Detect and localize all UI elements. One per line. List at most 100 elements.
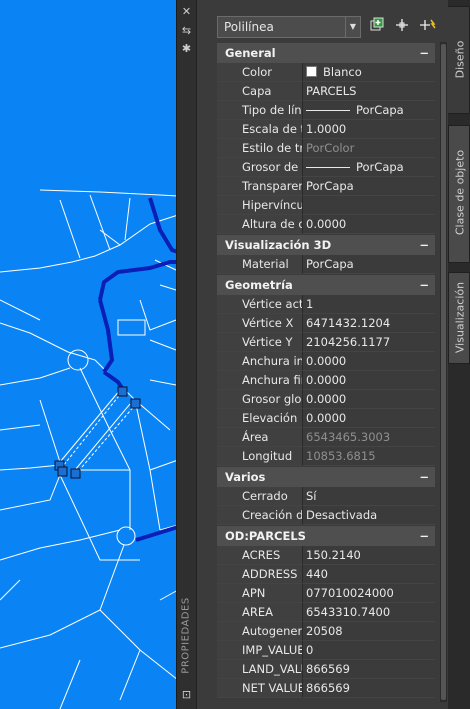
- property-value-text: 0.0000: [306, 411, 347, 425]
- property-row[interactable]: Elevación 0.0000: [217, 409, 435, 428]
- property-value[interactable]: 1.0000: [303, 120, 435, 139]
- property-value[interactable]: 866569: [303, 679, 435, 698]
- property-label: Tipo de línea: [217, 101, 303, 120]
- property-row[interactable]: Escala de tip...1.0000: [217, 120, 435, 139]
- property-value[interactable]: 6543465.3003: [303, 428, 435, 447]
- property-value[interactable]: PorCapa: [303, 101, 435, 120]
- property-row[interactable]: IMP_VALUE 0: [217, 641, 435, 660]
- property-row[interactable]: ACRES 150.2140: [217, 546, 435, 565]
- property-row[interactable]: Creación de...Desactivada: [217, 506, 435, 525]
- property-row[interactable]: Vértice Y 2104256.1177: [217, 333, 435, 352]
- property-value[interactable]: 2104256.1177: [303, 333, 435, 352]
- property-value[interactable]: 20508: [303, 622, 435, 641]
- property-row[interactable]: Material PorCapa: [217, 255, 435, 274]
- property-value[interactable]: Sí: [303, 487, 435, 506]
- property-row[interactable]: Anchura fina...0.0000: [217, 371, 435, 390]
- collapse-icon[interactable]: −: [419, 235, 429, 255]
- tab-clase-de-objeto[interactable]: Clase de objeto: [448, 125, 470, 263]
- collapse-icon[interactable]: −: [419, 43, 429, 63]
- property-value[interactable]: 077010024000: [303, 584, 435, 603]
- property-value[interactable]: 0: [303, 641, 435, 660]
- section-header[interactable]: OD:PARCELS −: [217, 526, 435, 546]
- section-header[interactable]: General −: [217, 43, 435, 63]
- property-value[interactable]: 10853.6815: [303, 447, 435, 466]
- properties-menu-icon[interactable]: ✱: [180, 42, 193, 55]
- section-title: Visualización 3D: [225, 238, 332, 252]
- property-label: Autogenerat...: [217, 622, 303, 641]
- quick-select-icon[interactable]: [367, 17, 387, 37]
- collapse-icon[interactable]: −: [419, 275, 429, 295]
- property-value-text: 20508: [306, 624, 343, 638]
- property-value[interactable]: Desactivada: [303, 506, 435, 525]
- property-value[interactable]: 6543310.7400: [303, 603, 435, 622]
- chevron-down-icon[interactable]: ▼: [345, 17, 360, 37]
- properties-palette: ✕ ⇆ ✱ PROPIEDADES ⊡ Polilínea ▼ General −…: [176, 0, 470, 709]
- section-header[interactable]: Varios −: [217, 467, 435, 487]
- property-value[interactable]: 0.0000: [303, 352, 435, 371]
- property-row[interactable]: Grosor de lí... PorCapa: [217, 158, 435, 177]
- scrollbar-thumb[interactable]: [441, 44, 446, 700]
- property-row[interactable]: Estilo de traz...PorColor: [217, 139, 435, 158]
- property-label: Elevación: [217, 409, 303, 428]
- property-row[interactable]: Altura de ob...0.0000: [217, 215, 435, 234]
- property-label: NET VALUE: [217, 679, 303, 698]
- property-value[interactable]: 0.0000: [303, 371, 435, 390]
- property-value[interactable]: 1: [303, 295, 435, 314]
- vertical-scrollbar[interactable]: [440, 42, 447, 702]
- property-value-text: 866569: [306, 681, 350, 695]
- property-value[interactable]: 866569: [303, 660, 435, 679]
- color-swatch-icon: [306, 66, 317, 77]
- collapse-icon[interactable]: −: [419, 526, 429, 546]
- object-type-value: Polilínea: [224, 20, 274, 34]
- property-value[interactable]: Blanco: [303, 63, 435, 82]
- pick-point-icon[interactable]: [392, 17, 412, 37]
- property-row[interactable]: Color Blanco: [217, 63, 435, 82]
- tab-diseno[interactable]: Diseño: [448, 6, 470, 114]
- property-row[interactable]: NET VALUE 866569: [217, 679, 435, 698]
- property-value[interactable]: 0.0000: [303, 409, 435, 428]
- property-label: Grosor de lí...: [217, 158, 303, 177]
- property-value[interactable]: 440: [303, 565, 435, 584]
- property-row[interactable]: TransparenciaPorCapa: [217, 177, 435, 196]
- property-row[interactable]: ADDRESS 440: [217, 565, 435, 584]
- property-row[interactable]: Capa PARCELS: [217, 82, 435, 101]
- property-value[interactable]: PorColor: [303, 139, 435, 158]
- property-value[interactable]: 6471432.1204: [303, 314, 435, 333]
- property-row[interactable]: Grosor global0.0000: [217, 390, 435, 409]
- property-row[interactable]: Longitud 10853.6815: [217, 447, 435, 466]
- property-value[interactable]: [303, 196, 435, 215]
- property-row[interactable]: Hipervínculo: [217, 196, 435, 215]
- collapse-icon[interactable]: −: [419, 467, 429, 487]
- object-type-selector[interactable]: Polilínea ▼: [217, 16, 361, 38]
- customize-icon[interactable]: ⊡: [180, 688, 193, 701]
- property-row[interactable]: Tipo de línea PorCapa: [217, 101, 435, 120]
- property-value[interactable]: PorCapa: [303, 158, 435, 177]
- property-value[interactable]: 0.0000: [303, 215, 435, 234]
- property-row[interactable]: LAND_VALUE866569: [217, 660, 435, 679]
- tab-visualizacion[interactable]: Visualización: [448, 272, 470, 364]
- property-label: APN: [217, 584, 303, 603]
- property-row[interactable]: AREA 6543310.7400: [217, 603, 435, 622]
- property-row[interactable]: Anchura inic...0.0000: [217, 352, 435, 371]
- property-row[interactable]: Vértice X 6471432.1204: [217, 314, 435, 333]
- property-value[interactable]: PorCapa: [303, 255, 435, 274]
- autohide-icon[interactable]: ⇆: [180, 24, 193, 37]
- property-label: Escala de tip...: [217, 120, 303, 139]
- property-value[interactable]: 0.0000: [303, 390, 435, 409]
- property-value[interactable]: PorCapa: [303, 177, 435, 196]
- palette-tabs: Diseño Clase de objeto Visualización: [448, 0, 470, 709]
- property-label: Creación de...: [217, 506, 303, 525]
- property-row[interactable]: Cerrado Sí: [217, 487, 435, 506]
- property-value[interactable]: PARCELS: [303, 82, 435, 101]
- property-label: Área: [217, 428, 303, 447]
- property-row[interactable]: APN 077010024000: [217, 584, 435, 603]
- property-row[interactable]: Área 6543465.3003: [217, 428, 435, 447]
- property-row[interactable]: Vértice actual1: [217, 295, 435, 314]
- section-header[interactable]: Geometría −: [217, 275, 435, 295]
- close-icon[interactable]: ✕: [180, 5, 193, 18]
- property-value[interactable]: 150.2140: [303, 546, 435, 565]
- property-label: IMP_VALUE: [217, 641, 303, 660]
- property-row[interactable]: Autogenerat...20508: [217, 622, 435, 641]
- section-header[interactable]: Visualización 3D −: [217, 235, 435, 255]
- toggle-pickadd-icon[interactable]: [418, 17, 438, 37]
